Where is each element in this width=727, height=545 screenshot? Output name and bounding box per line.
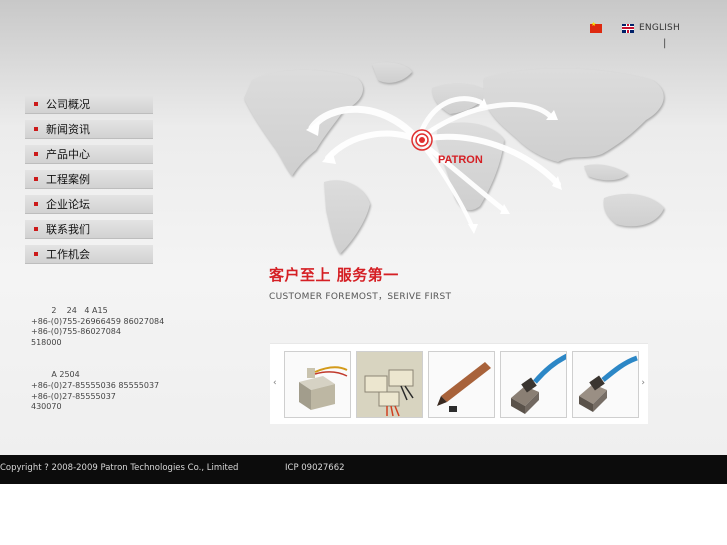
nav-item-1[interactable]: 公司概况: [25, 95, 153, 114]
contact-postcode: 518000: [31, 337, 62, 347]
language-english-label: ENGLISH: [639, 23, 680, 33]
contact-block-office-1: 2 24 4 A15 +86-(0)755-26966459 86027084 …: [31, 306, 164, 348]
carousel-prev-icon[interactable]: ‹: [273, 378, 277, 388]
nav-item-label: 工程案例: [46, 173, 90, 186]
nav-item-label: 新闻资讯: [46, 123, 90, 136]
contact-fax: +86-(0)27-85555037: [31, 391, 116, 401]
footer-icp-license[interactable]: ICP 09027662: [285, 463, 345, 473]
sensor-cube-product-icon: [299, 366, 348, 410]
language-english-link[interactable]: ENGLISH: [622, 22, 680, 34]
nav-item-label: 产品中心: [46, 148, 90, 161]
sensor-pen-product-icon: [437, 362, 491, 412]
bullet-icon: [34, 202, 38, 206]
bullet-icon: [34, 177, 38, 181]
product-thumb-sensor-cube[interactable]: [284, 351, 351, 418]
slogan-chinese: 客户至上 服务第一: [269, 266, 399, 284]
nav-item-label: 联系我们: [46, 223, 90, 236]
footer-bar: Copyright ? 2008-2009 Patron Technologie…: [0, 455, 727, 484]
world-map-graphic: PATRON: [244, 62, 664, 254]
nav-item-label: 公司概况: [46, 98, 90, 111]
contact-phone: +86-(0)27-85555036 85555037: [31, 380, 160, 390]
contact-phone: +86-(0)755-26966459 86027084: [31, 316, 165, 326]
contact-fax: +86-(0)755-86027084: [31, 327, 121, 337]
bullet-icon: [34, 127, 38, 131]
product-carousel: ‹ ›: [270, 343, 648, 424]
uk-flag-icon: [622, 23, 634, 33]
contact-info: 2 24 4 A15 +86-(0)755-26966459 86027084 …: [31, 306, 164, 413]
nav-item-2[interactable]: 新闻资讯: [25, 120, 153, 139]
contact-block-office-2: A 2504 +86-(0)27-85555036 85555037 +86-(…: [31, 370, 164, 412]
contact-address: 2 24 4 A15: [31, 306, 108, 315]
china-flag-icon: [590, 21, 602, 33]
language-chinese-link[interactable]: [590, 21, 602, 34]
main-nav-menu: 公司概况新闻资讯产品中心工程案例企业论坛联系我们工作机会: [25, 95, 153, 270]
sensor-modules-product-icon: [357, 352, 422, 417]
nav-item-3[interactable]: 产品中心: [25, 145, 153, 164]
page-background: ENGLISH |: [0, 0, 727, 455]
nav-item-label: 企业论坛: [46, 198, 90, 211]
bullet-icon: [34, 102, 38, 106]
language-separator: |: [663, 38, 667, 49]
bullet-icon: [34, 152, 38, 156]
bullet-icon: [34, 252, 38, 256]
product-thumb-sensor-modules[interactable]: [356, 351, 423, 418]
nav-item-7[interactable]: 工作机会: [25, 245, 153, 264]
contact-address: A 2504: [31, 370, 80, 380]
nav-item-6[interactable]: 联系我们: [25, 220, 153, 239]
carousel-next-icon[interactable]: ›: [641, 378, 645, 388]
nav-item-label: 工作机会: [46, 248, 90, 261]
cable-sensor-product-icon: [511, 353, 566, 414]
slogan-english: CUSTOMER FOREMOST，SERIVE FIRST: [269, 292, 452, 302]
footer-copyright: Copyright ? 2008-2009 Patron Technologie…: [0, 463, 239, 473]
product-thumb-cable-sensor-1[interactable]: [500, 351, 567, 418]
nav-item-5[interactable]: 企业论坛: [25, 195, 153, 214]
product-thumb-cable-sensor-2[interactable]: [572, 351, 639, 418]
cable-sensor-product-icon: [579, 355, 638, 412]
nav-item-4[interactable]: 工程案例: [25, 170, 153, 189]
bullet-icon: [34, 227, 38, 231]
contact-postcode: 430070: [31, 402, 62, 412]
product-thumb-sensor-pen[interactable]: [428, 351, 495, 418]
map-marker-label: PATRON: [438, 154, 483, 166]
